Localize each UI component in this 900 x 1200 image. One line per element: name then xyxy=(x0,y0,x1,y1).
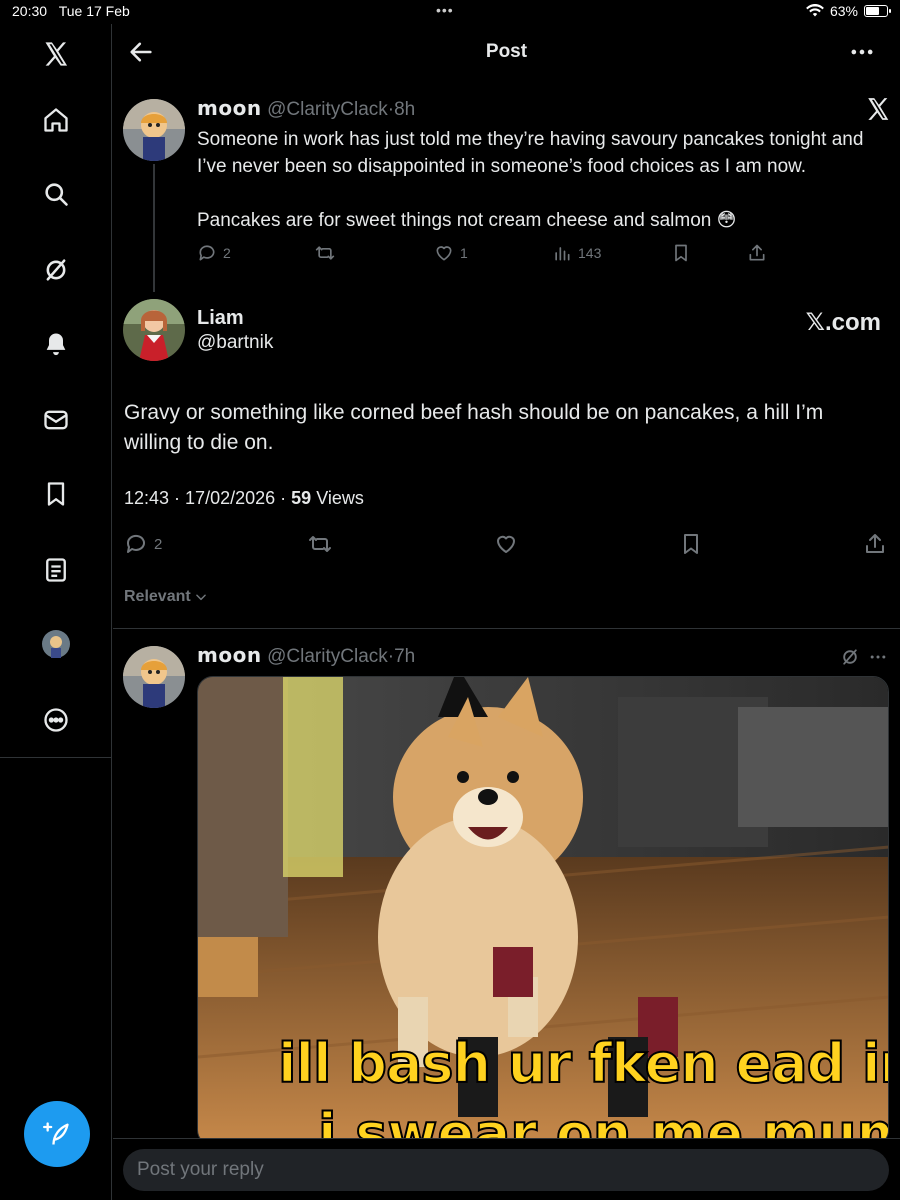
reply-bar xyxy=(113,1138,900,1200)
status-right: 63% xyxy=(806,3,891,19)
sort-dropdown[interactable]: Relevant xyxy=(124,588,208,606)
parent-reply-count: 2 xyxy=(223,245,231,261)
lists-icon[interactable] xyxy=(36,550,76,590)
parent-share-button[interactable] xyxy=(747,243,767,263)
heart-icon xyxy=(436,246,452,261)
status-bar: 20:30 Tue 17 Feb ••• 63% xyxy=(0,0,900,24)
parent-tweet-header: moon @ClarityClack·8h xyxy=(197,96,415,121)
reply-input[interactable] xyxy=(123,1149,889,1191)
share-icon xyxy=(749,244,765,261)
more-options-icon[interactable] xyxy=(868,647,888,667)
profile-avatar[interactable] xyxy=(36,624,76,664)
parent-avatar[interactable] xyxy=(123,99,185,161)
reply-icon xyxy=(126,534,145,553)
sort-label: Relevant xyxy=(124,588,191,605)
main-time: 12:43 xyxy=(124,488,170,508)
status-time: 20:30 Tue 17 Feb xyxy=(12,3,130,19)
battery-icon xyxy=(864,5,891,17)
reply-name[interactable]: moon xyxy=(197,643,262,667)
messages-icon[interactable] xyxy=(36,400,76,440)
main-bookmark-button[interactable] xyxy=(679,532,703,556)
parent-like-button[interactable]: 1 xyxy=(434,243,468,263)
grok-icon[interactable] xyxy=(840,647,860,667)
parent-name[interactable]: moon xyxy=(197,96,262,120)
main-tweet-meta: 12:43 · 17/02/2026 · 59 Views xyxy=(124,488,364,508)
parent-repost-button[interactable] xyxy=(315,243,335,263)
main-handle[interactable]: @bartnik xyxy=(197,332,273,354)
parent-time: 8h xyxy=(394,99,416,120)
page-header: Post xyxy=(113,24,900,80)
xcom-badge: 𝕏.com xyxy=(805,309,881,336)
wifi-icon xyxy=(806,4,824,17)
more-icon[interactable] xyxy=(36,700,76,740)
parent-tweet-text-2: Pancakes are for sweet things not cream … xyxy=(197,210,737,231)
main-like-button[interactable] xyxy=(494,532,518,556)
x-logo-icon[interactable] xyxy=(36,34,76,74)
main-views-count: 59 xyxy=(291,488,312,508)
parent-views-count: 143 xyxy=(578,245,602,261)
main-reply-button[interactable]: 2 xyxy=(124,532,162,556)
grok-icon[interactable] xyxy=(36,250,76,290)
bookmark-icon xyxy=(684,534,698,554)
multitask-dots[interactable]: ••• xyxy=(436,2,454,18)
thread-line xyxy=(153,164,155,292)
main-author-name[interactable]: Liam xyxy=(197,307,244,329)
main-avatar[interactable] xyxy=(123,299,185,361)
reply-media-image[interactable]: ill bash ur fken ead in i swear on me mu… xyxy=(197,676,889,1146)
main-views-label: Views xyxy=(316,488,364,508)
media-caption: ill bash ur fken ead in xyxy=(277,1031,889,1096)
bookmarks-icon[interactable] xyxy=(36,474,76,514)
chevron-down-icon xyxy=(195,594,206,601)
bookmark-icon xyxy=(675,244,687,262)
repost-icon xyxy=(309,536,331,552)
main-repost-button[interactable] xyxy=(308,532,332,556)
main-tweet-text: Gravy or something like corned beef hash… xyxy=(124,401,824,454)
parent-handle[interactable]: @ClarityClack xyxy=(267,99,388,120)
reply-icon xyxy=(199,245,215,261)
reply-time: 7h xyxy=(394,646,416,667)
parent-reply-button[interactable]: 2 xyxy=(197,243,231,263)
main-name: Liam xyxy=(197,307,244,330)
parent-views-button[interactable]: 143 xyxy=(552,243,601,263)
parent-tweet-text: Someone in work has just told me they’re… xyxy=(197,129,864,177)
reply-handle[interactable]: @ClarityClack xyxy=(267,646,388,667)
search-icon[interactable] xyxy=(36,174,76,214)
more-options-icon[interactable] xyxy=(848,38,876,66)
main-share-button[interactable] xyxy=(863,532,887,556)
home-icon[interactable] xyxy=(36,100,76,140)
main-date: 17/02/2026 xyxy=(185,488,276,508)
sidebar-divider xyxy=(0,757,112,758)
parent-like-count: 1 xyxy=(460,245,468,261)
main-reply-count: 2 xyxy=(154,535,163,553)
views-icon xyxy=(555,247,570,261)
reply-tweet-header: moon @ClarityClack·7h xyxy=(197,643,415,668)
share-icon xyxy=(866,534,884,553)
battery-percent: 63% xyxy=(829,3,858,19)
compose-post-icon xyxy=(43,1122,69,1145)
notifications-icon[interactable] xyxy=(36,324,76,364)
reply-avatar[interactable] xyxy=(123,646,185,708)
page-title: Post xyxy=(485,41,528,62)
parent-bookmark-button[interactable] xyxy=(671,243,691,263)
sidebar xyxy=(0,24,112,1200)
section-divider xyxy=(113,628,900,629)
x-logo-icon xyxy=(868,98,889,120)
heart-icon xyxy=(497,535,515,553)
repost-icon xyxy=(315,246,335,260)
compose-post-button[interactable] xyxy=(24,1101,90,1167)
